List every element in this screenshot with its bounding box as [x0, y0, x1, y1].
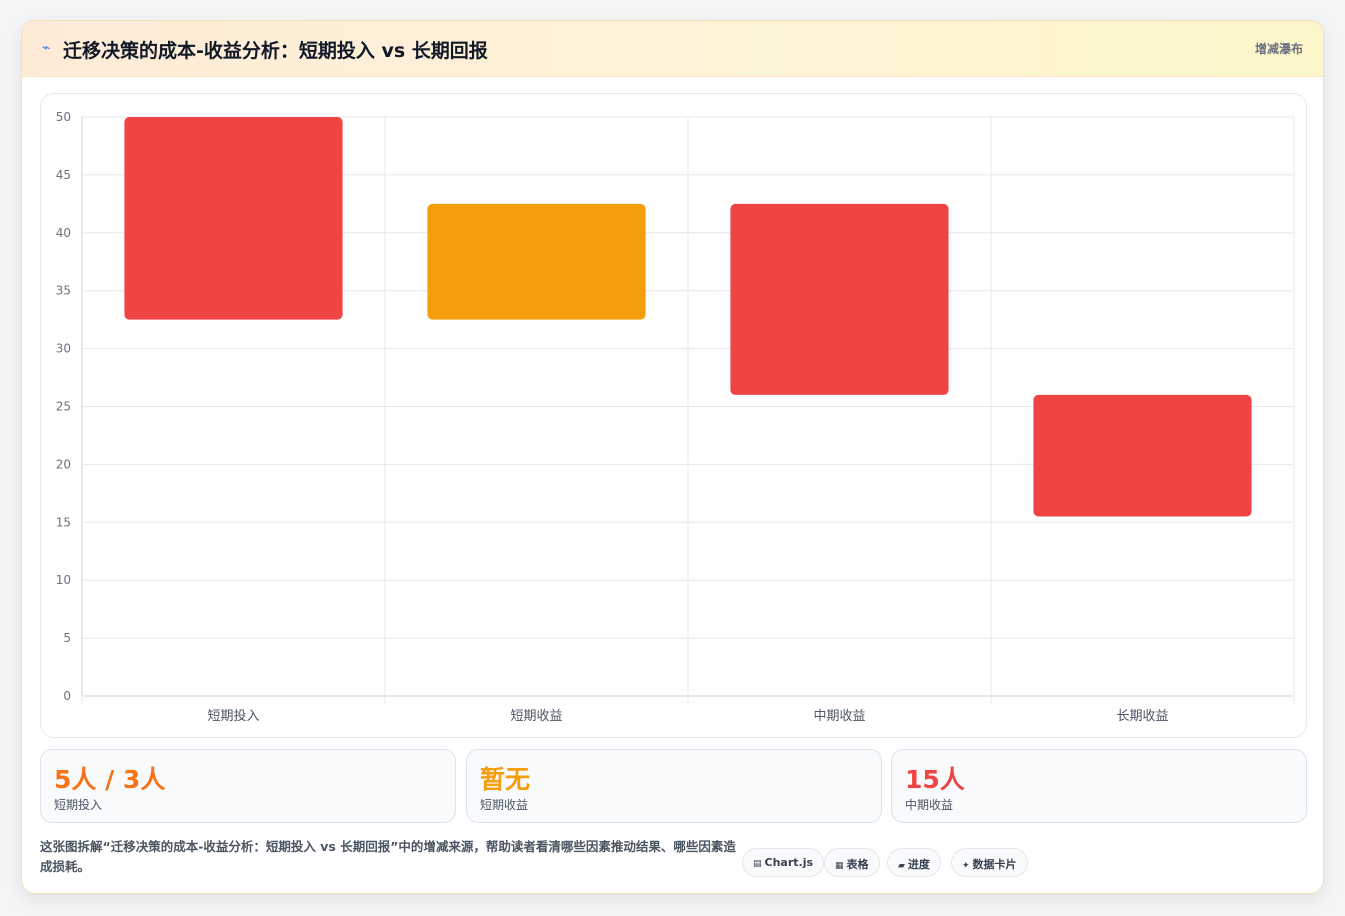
y-tick-label: 0	[63, 689, 71, 703]
chip-label: 数据卡片	[972, 858, 1017, 871]
chip-label: 进度	[907, 858, 930, 871]
waterfall-bar	[730, 203, 949, 395]
stat-label: 短期收益	[480, 798, 529, 812]
x-tick-label: 长期收益	[1116, 709, 1168, 724]
chip-label: Chart.js	[764, 856, 814, 869]
lightning-icon: ⌁	[42, 40, 51, 56]
chip-label: 表格	[846, 858, 869, 871]
waterfall-bar	[124, 117, 343, 320]
progress-icon: ▰	[898, 861, 905, 871]
y-tick-label: 40	[56, 226, 71, 240]
y-tick-label: 5	[63, 631, 71, 645]
card-header: ⌁ 迁移决策的成本-收益分析：短期投入 vs 长期回报 增减瀑布	[22, 21, 1323, 77]
y-tick-label: 50	[56, 110, 71, 124]
sparkle-icon: ✦	[962, 861, 970, 871]
y-tick-label: 45	[56, 168, 71, 182]
y-tick-label: 10	[56, 573, 71, 587]
y-tick-label: 30	[56, 342, 71, 356]
stat-value: 5人 / 3人	[54, 765, 166, 794]
x-tick-label: 中期收益	[813, 709, 865, 724]
chart-description: 这张图拆解“迁移决策的成本-收益分析：短期投入 vs 长期回报”中的增减来源，帮…	[40, 839, 736, 874]
y-tick-label: 25	[56, 400, 71, 414]
stat-card-short-term-investment: 5人 / 3人 短期投入	[40, 749, 456, 823]
table-icon: ▦	[835, 861, 844, 871]
stat-value: 暂无	[480, 765, 531, 794]
waterfall-bar	[1033, 394, 1252, 517]
chart-panel: 0 5 10 15 20 25 30 35 40 45 50 短期投入 短期收益 中期收益 长期收益	[40, 93, 1307, 738]
x-tick-label: 短期收益	[510, 709, 562, 724]
chart-icon: ▤	[753, 859, 762, 869]
stat-label: 短期投入	[54, 798, 103, 812]
waterfall-bar	[427, 203, 646, 320]
chip-table[interactable]: ▦ 表格	[824, 848, 880, 877]
y-tick-label: 20	[56, 457, 71, 471]
stat-label: 中期收益	[905, 798, 954, 812]
stat-card-short-term-benefit: 暂无 短期收益	[466, 749, 882, 823]
chart-title: 迁移决策的成本-收益分析：短期投入 vs 长期回报	[63, 40, 488, 62]
stat-value: 15人	[905, 765, 965, 794]
y-tick-label: 35	[56, 284, 71, 298]
chart-type-tag: 增减瀑布	[1254, 42, 1303, 56]
waterfall-chart: 0 5 10 15 20 25 30 35 40 45 50 短期投入 短期收益 中期收益 长期收益	[56, 110, 1295, 724]
y-tick-label: 15	[56, 515, 71, 529]
stat-card-mid-term-benefit: 15人 中期收益	[891, 749, 1307, 823]
chip-progress[interactable]: ▰ 进度	[887, 848, 941, 877]
x-tick-label: 短期投入	[207, 708, 259, 724]
chip-chartjs[interactable]: ▤ Chart.js	[742, 848, 825, 877]
chart-card: ⌁ 迁移决策的成本-收益分析：短期投入 vs 长期回报 增减瀑布 0 5 10 15 2…	[21, 20, 1324, 894]
chip-data-card[interactable]: ✦ 数据卡片	[951, 848, 1028, 877]
